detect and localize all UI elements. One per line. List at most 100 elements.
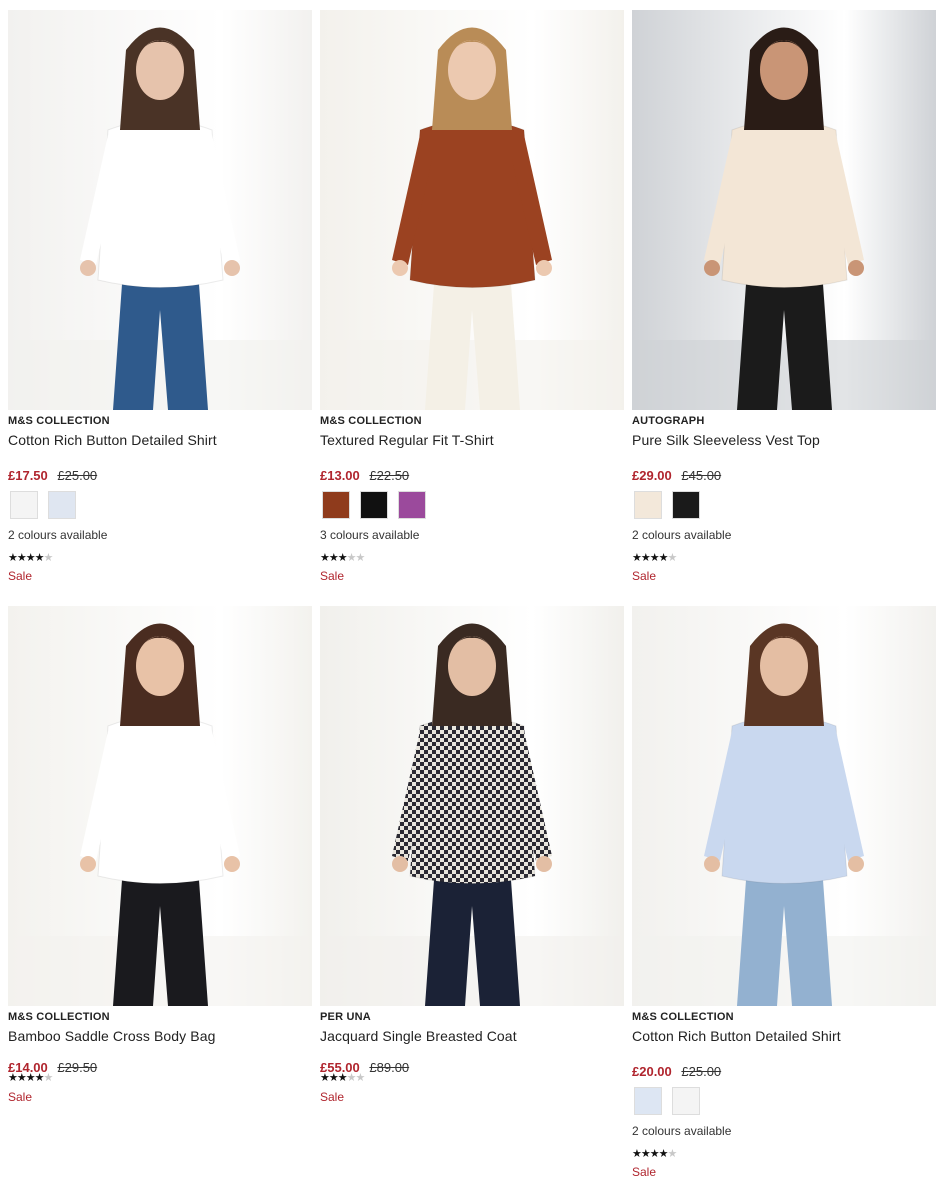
star-icon: ★ [25,1072,36,1084]
original-price: £25.00 [681,1064,722,1079]
product-brand: M&S COLLECTION [8,415,110,427]
original-price: £25.00 [57,468,98,483]
product-photo-illustration [8,606,312,1006]
star-icon: ★ [632,1148,642,1160]
star-icon: ★ [658,552,669,564]
star-icon: ★ [43,552,54,564]
colours-available: 3 colours available [320,528,420,542]
product-photo-illustration [320,606,624,1006]
colour-swatch[interactable] [634,1087,662,1115]
product-prices: £29.00 £45.00 [632,468,721,483]
product-image[interactable] [320,606,624,1006]
star-icon: ★ [649,1148,660,1160]
rating-stars: ★★★★★ [320,552,366,564]
product-brand: AUTOGRAPH [632,415,705,427]
colour-swatch[interactable] [10,491,38,519]
sale-label: Sale [320,1090,345,1104]
colour-swatch[interactable] [672,1087,700,1115]
product-photo-illustration [8,10,312,410]
product-brand: PER UNA [320,1011,371,1023]
star-icon: ★ [640,1148,651,1160]
star-icon: ★ [43,1072,54,1084]
product-card: M&S COLLECTION Bamboo Saddle Cross Body … [8,606,312,1104]
sale-price: £13.00 [320,468,360,483]
colours-available: 2 colours available [632,528,732,542]
product-photo-illustration [632,10,936,410]
star-icon: ★ [337,552,348,564]
star-icon: ★ [320,1072,330,1084]
sale-price: £20.00 [632,1064,672,1079]
product-brand: M&S COLLECTION [8,1011,110,1023]
colour-swatch[interactable] [322,491,350,519]
original-price: £29.50 [57,1060,98,1075]
rating-stars: ★★★★★ [8,1072,54,1084]
sale-price: £17.50 [8,468,48,483]
sale-price: £29.00 [632,468,672,483]
colour-swatches [634,1087,700,1115]
product-name-link[interactable]: Textured Regular Fit T-Shirt [320,432,494,448]
product-card: AUTOGRAPH Pure Silk Sleeveless Vest Top … [632,10,936,583]
original-price: £22.50 [369,468,410,483]
star-icon: ★ [320,552,330,564]
colour-swatch[interactable] [672,491,700,519]
product-image[interactable] [8,606,312,1006]
colour-swatch[interactable] [398,491,426,519]
product-card: M&S COLLECTION Cotton Rich Button Detail… [8,10,312,583]
star-icon: ★ [649,552,660,564]
star-icon: ★ [25,552,36,564]
sale-label: Sale [320,569,345,583]
rating-stars: ★★★★★ [320,1072,366,1084]
product-image[interactable] [632,10,936,410]
star-icon: ★ [667,552,678,564]
star-icon: ★ [355,552,366,564]
colour-swatch[interactable] [634,491,662,519]
product-name-link[interactable]: Bamboo Saddle Cross Body Bag [8,1028,215,1044]
colour-swatches [10,491,76,519]
product-name-link[interactable]: Jacquard Single Breasted Coat [320,1028,517,1044]
sale-label: Sale [632,569,657,583]
star-icon: ★ [34,552,45,564]
product-image[interactable] [632,606,936,1006]
rating-stars: ★★★★★ [632,1148,678,1160]
product-name-link[interactable]: Cotton Rich Button Detailed Shirt [8,432,217,448]
rating-stars: ★★★★★ [8,552,54,564]
sale-label: Sale [632,1165,657,1179]
sale-label: Sale [8,1090,33,1104]
product-prices: £20.00 £25.00 [632,1064,721,1079]
star-icon: ★ [355,1072,366,1084]
product-name-link[interactable]: Pure Silk Sleeveless Vest Top [632,432,820,448]
product-brand: M&S COLLECTION [320,415,422,427]
product-card: M&S COLLECTION Cotton Rich Button Detail… [632,606,936,1179]
original-price: £45.00 [681,468,722,483]
star-icon: ★ [667,1148,678,1160]
product-image[interactable] [8,10,312,410]
colour-swatch[interactable] [360,491,388,519]
colours-available: 2 colours available [632,1124,732,1138]
star-icon: ★ [337,1072,348,1084]
product-image[interactable] [320,10,624,410]
product-card: PER UNA Jacquard Single Breasted Coat £5… [320,606,624,1104]
product-prices: £17.50 £25.00 [8,468,97,483]
colour-swatches [634,491,700,519]
star-icon: ★ [346,552,357,564]
product-photo-illustration [632,606,936,1006]
rating-stars: ★★★★★ [632,552,678,564]
product-photo-illustration [320,10,624,410]
colour-swatches [322,491,426,519]
star-icon: ★ [16,552,27,564]
star-icon: ★ [8,552,18,564]
product-grid: M&S COLLECTION Cotton Rich Button Detail… [0,0,941,1185]
star-icon: ★ [658,1148,669,1160]
star-icon: ★ [8,1072,18,1084]
star-icon: ★ [328,1072,339,1084]
sale-label: Sale [8,569,33,583]
star-icon: ★ [16,1072,27,1084]
product-name-link[interactable]: Cotton Rich Button Detailed Shirt [632,1028,841,1044]
star-icon: ★ [640,552,651,564]
original-price: £89.00 [369,1060,410,1075]
star-icon: ★ [34,1072,45,1084]
product-prices: £13.00 £22.50 [320,468,409,483]
product-brand: M&S COLLECTION [632,1011,734,1023]
colour-swatch[interactable] [48,491,76,519]
product-card: M&S COLLECTION Textured Regular Fit T-Sh… [320,10,624,583]
